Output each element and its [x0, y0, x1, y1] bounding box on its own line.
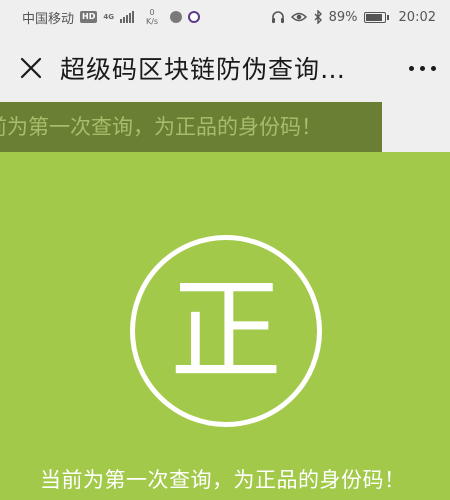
page-title: 超级码区块链防伪查询… — [60, 55, 347, 84]
result-panel: 正 当前为第一次查询，为正品的身份码！ — [0, 152, 450, 500]
chat-app-icon — [170, 11, 183, 23]
eye-icon — [290, 12, 307, 22]
seal-character: 正 — [170, 266, 282, 396]
hd-icon: HD — [80, 11, 98, 23]
marquee-row: 前为第一次查询，为正品的身份码！ — [0, 102, 450, 152]
headset-icon — [271, 11, 284, 23]
battery-icon — [363, 11, 389, 23]
network-speed: 0 K/s — [146, 8, 158, 26]
close-button[interactable] — [16, 53, 46, 83]
authentic-seal: 正 — [130, 235, 322, 427]
status-left: 中国移动 HD 4G 0 K/s — [22, 8, 201, 27]
speed-unit: K/s — [145, 17, 159, 26]
marquee-banner: 前为第一次查询，为正品的身份码！ — [0, 102, 382, 152]
network-type-label: 4G — [103, 13, 114, 21]
status-bar: 中国移动 HD 4G 0 K/s 89% 20:02 — [0, 0, 450, 34]
result-message: 当前为第一次查询，为正品的身份码！ — [40, 468, 406, 492]
close-icon — [20, 57, 42, 79]
battery-percent: 89% — [328, 9, 358, 25]
speed-value: 0 — [149, 8, 155, 17]
network-type: 4G — [103, 13, 114, 21]
bluetooth-icon — [314, 10, 322, 24]
signal-icon — [119, 11, 134, 23]
more-button[interactable] — [396, 53, 436, 83]
marquee-text: 前为第一次查询，为正品的身份码！ — [0, 115, 322, 139]
more-icon — [409, 65, 436, 71]
nav-bar: 超级码区块链防伪查询… — [0, 34, 450, 102]
status-right: 89% 20:02 — [271, 10, 436, 25]
carrier-name: 中国移动 — [22, 11, 75, 27]
clock: 20:02 — [398, 9, 436, 25]
purple-app-icon — [188, 11, 201, 23]
